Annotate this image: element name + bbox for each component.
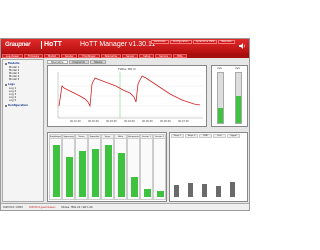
app-window: Graupner HoTT HoTT Manager v1.30.11 Verb… — [0, 38, 250, 211]
sensor-column: Spannung — [62, 134, 75, 200]
app-title: HoTT Manager v1.30.11 — [80, 41, 156, 48]
language-help-button[interactable]: Sprache & Hilfe — [192, 40, 218, 44]
tab-table[interactable]: Tabelle — [90, 60, 107, 64]
sensor-bar — [92, 149, 99, 197]
x-tick-label: 00:07:00 — [178, 120, 189, 123]
menu-sensor[interactable]: Sensor — [122, 53, 139, 58]
sensor-bar — [66, 157, 73, 197]
x-tick-label: 00:02:00 — [88, 120, 99, 123]
graph-title: Höhe: 80 m — [118, 67, 136, 71]
gauge-left-fill — [218, 108, 223, 123]
status-port: COM Port: COM3 — [3, 206, 23, 209]
sensor-column: Höhe — [114, 134, 127, 200]
menu-service[interactable]: Service — [155, 53, 173, 58]
menu-bar: Log-Viewer Firmware Modell Sender Empfän… — [1, 53, 249, 58]
sensor-bar — [157, 191, 164, 197]
col-header: RPM — [199, 134, 212, 138]
sensor-column: Variometer — [127, 134, 140, 200]
extra-bar — [188, 183, 193, 197]
connect-button[interactable]: Verbinden — [150, 40, 169, 44]
expand-icon — [5, 104, 7, 107]
extra-bar — [174, 185, 179, 197]
menu-model[interactable]: Modell — [44, 53, 60, 58]
menu-logviewer[interactable]: Log-Viewer — [2, 53, 24, 58]
tree-group-logs[interactable]: Logs — [5, 83, 15, 86]
sensor-column: Sensor 2 — [153, 134, 166, 200]
menu-setup[interactable]: Setup — [139, 53, 155, 58]
extra-bar — [230, 182, 235, 197]
speaker-icon[interactable] — [239, 43, 246, 49]
gauge-label-right: m/s — [235, 67, 240, 70]
sensor-bar — [118, 153, 125, 197]
vario-gauges: m/s m/s — [211, 65, 248, 127]
app-header: Graupner HoTT HoTT Manager v1.30.11 Verb… — [1, 39, 249, 53]
gauge-right-fill — [236, 95, 241, 123]
menu-transmitter[interactable]: Sender — [60, 53, 78, 58]
top-button-bar: Verbinden Konfiguration Sprache & Hilfe … — [150, 40, 235, 44]
tree-item[interactable]: Log 5 — [9, 99, 16, 102]
x-tick-label: 00:01:00 — [70, 120, 81, 123]
col-header: Signal — [227, 134, 240, 138]
sensor-bar — [105, 145, 112, 197]
tree-group-config[interactable]: Konfiguration — [5, 104, 28, 107]
sensor-bar — [131, 177, 138, 197]
sensor-column: Strom — [75, 134, 88, 200]
sensor-column: Sensor 1 — [140, 134, 153, 200]
menu-telemetry[interactable]: Telemetrie — [100, 53, 122, 58]
menu-firmware[interactable]: Firmware — [24, 53, 44, 58]
status-warning: COM Port geschlossen — [28, 206, 56, 209]
graupner-logo: Graupner — [5, 42, 31, 48]
extra-bar — [202, 184, 207, 197]
menu-help[interactable]: Hilfe — [173, 53, 187, 58]
sensor-column: Kapazität — [88, 134, 101, 200]
hott-logo: HoTT — [41, 41, 62, 49]
tab-diagram[interactable]: Diagramm — [68, 60, 90, 64]
tree-item[interactable]: Model 5 — [9, 78, 19, 81]
altitude-graph[interactable]: 00:01:00 00:02:00 00:03:00 00:04:00 00:0… — [47, 65, 207, 127]
col-header: Temp. 1 — [171, 134, 184, 138]
sidebar-tree: Modelle Model 1 Model 2 Model 3 Model 4 … — [2, 59, 44, 202]
x-tick-label: 00:03:00 — [106, 120, 117, 123]
menu-receiver[interactable]: Empfänger — [78, 53, 100, 58]
sensor-column: Temp. — [101, 134, 114, 200]
x-tick-label: 00:05:00 — [142, 120, 153, 123]
view-tabs: Telemetrie Diagramm Tabelle — [47, 60, 107, 64]
status-bar: COM Port: COM3 COM Port geschlossen Modu… — [1, 203, 249, 210]
tab-telemetry[interactable]: Telemetrie — [47, 60, 68, 64]
status-version: Modus: HW1.20 / SW 1.06 — [61, 206, 93, 209]
expand-icon — [5, 83, 7, 86]
altitude-line — [58, 75, 201, 108]
x-tick-label: 00:06:00 — [160, 120, 171, 123]
gauge-right — [235, 72, 242, 124]
extra-sensor-header: Temp. 1 Temp. 2 RPM Fuel Signal — [171, 134, 240, 138]
tree-group-models[interactable]: Modelle — [5, 62, 20, 65]
gauge-left — [217, 72, 224, 124]
x-tick-label: 00:04:00 — [124, 120, 135, 123]
graph-canvas: 00:01:00 00:02:00 00:03:00 00:04:00 00:0… — [57, 72, 203, 123]
sensor-bar — [144, 189, 151, 197]
col-header: Fuel — [213, 134, 226, 138]
gauge-label-left: m/s — [217, 67, 222, 70]
exit-button[interactable]: Beenden — [218, 40, 235, 44]
extra-bar — [216, 186, 221, 197]
sensor-bar — [53, 145, 60, 197]
sensor-bars-panel: Empfänger Spannung Strom Kapazität Temp.… — [47, 132, 167, 202]
sensor-bar — [79, 151, 86, 197]
extra-sensor-panel: Temp. 1 Temp. 2 RPM Fuel Signal — [169, 132, 248, 202]
expand-icon — [5, 62, 7, 65]
config-button[interactable]: Konfiguration — [169, 40, 192, 44]
col-header: Temp. 2 — [185, 134, 198, 138]
sensor-column: Empfänger — [49, 134, 62, 200]
